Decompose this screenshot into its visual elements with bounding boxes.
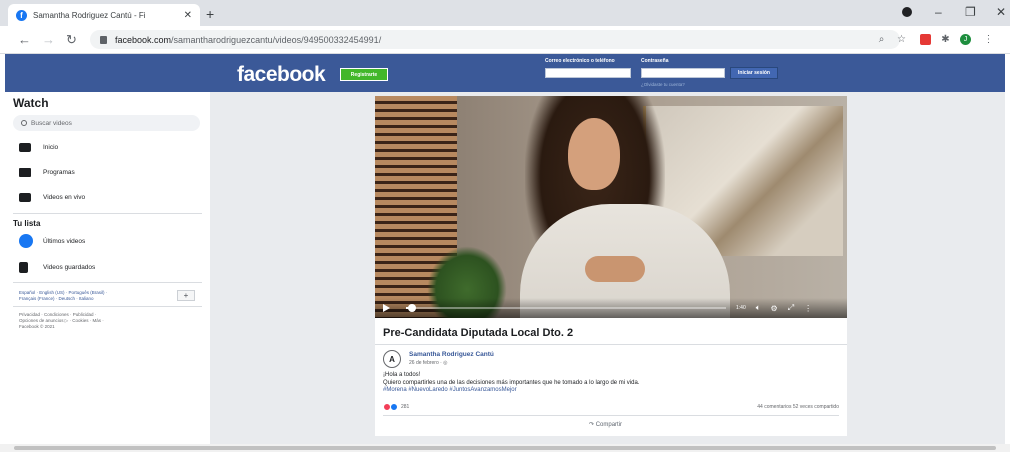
search-placeholder: Buscar videos <box>31 119 72 127</box>
forward-button[interactable]: → <box>42 32 55 47</box>
divider <box>383 415 839 416</box>
browser-tab[interactable]: f Samantha Rodriguez Cantú - Fi ✕ <box>8 4 200 26</box>
puzzle-extensions-icon[interactable]: ✱ <box>940 34 951 45</box>
latest-videos-icon <box>19 234 33 248</box>
main-content: Watch Buscar videos Inicio Programas Vid… <box>5 92 1005 444</box>
sidebar-item-latest-videos[interactable]: Últimos videos <box>19 234 85 248</box>
search-icon <box>21 120 27 126</box>
watch-title: Watch <box>13 96 49 110</box>
divider <box>13 306 202 307</box>
menu-dots-icon[interactable]: ⋮ <box>983 34 994 45</box>
tab-title: Samantha Rodriguez Cantú - Fi <box>33 10 146 20</box>
share-label: Compartir <box>595 422 623 428</box>
reaction-count: 281 <box>401 404 410 410</box>
sidebar-item-label: Videos guardados <box>43 264 96 271</box>
sidebar-item-label: Videos en vivo <box>43 194 86 201</box>
more-options-icon[interactable]: ⋮ <box>804 304 812 313</box>
author-avatar[interactable]: A <box>383 350 401 368</box>
more-languages-button[interactable]: + <box>177 290 195 301</box>
language-links[interactable]: Français (France) · Deutsch · Italiano <box>19 296 94 302</box>
volume-icon[interactable]: 🔈︎ <box>756 303 761 313</box>
url-path: /samantharodriguezcantu/videos/949500332… <box>171 34 382 45</box>
zoom-icon[interactable]: ⌕ <box>876 34 887 45</box>
back-button[interactable]: ← <box>18 32 31 47</box>
person-hands <box>585 256 645 282</box>
live-video-icon <box>19 193 31 202</box>
fullscreen-icon[interactable]: ⤢ <box>788 303 794 313</box>
email-field[interactable] <box>545 68 631 78</box>
hashtags[interactable]: #Morena #NuevoLaredo #JuntosAvanzamosMej… <box>383 387 639 395</box>
post-line: ¡Hola a todos! <box>383 372 421 378</box>
sidebar-item-live[interactable]: Videos en vivo <box>19 193 85 202</box>
minimize-button[interactable]: – <box>935 5 942 19</box>
divider <box>13 213 202 214</box>
video-home-icon <box>19 143 31 152</box>
register-button[interactable]: Registrarte <box>340 68 388 81</box>
person-face <box>568 118 620 190</box>
facebook-header: facebook Registrarte Correo electrónico … <box>5 54 1005 92</box>
profile-avatar-icon[interactable]: J <box>960 34 971 45</box>
settings-gear-icon[interactable]: ⚙ <box>771 304 778 313</box>
browser-tab-bar: f Samantha Rodriguez Cantú - Fi ✕ + – ❐ … <box>0 0 1010 26</box>
video-post-card: Pre-Candidata Diputada Local Dto. 2 A Sa… <box>375 318 847 436</box>
progress-knob[interactable] <box>408 304 417 312</box>
close-window-button[interactable]: ✕ <box>996 5 1006 19</box>
sidebar-item-saved-videos[interactable]: Videos guardados <box>19 262 95 273</box>
sidebar-item-inicio[interactable]: Inicio <box>19 143 58 152</box>
url-text: facebook.com/samantharodriguezcantu/vide… <box>115 35 381 45</box>
divider <box>13 282 202 283</box>
maximize-button[interactable]: ❐ <box>965 5 976 19</box>
your-list-title: Tu lista <box>13 219 41 228</box>
post-title: Pre-Candidata Diputada Local Dto. 2 <box>383 327 574 339</box>
url-host: facebook.com <box>115 34 172 45</box>
lock-icon <box>100 35 107 44</box>
post-body: ¡Hola a todos! Quiero compartirles una d… <box>383 372 639 395</box>
facebook-favicon-icon: f <box>16 9 27 21</box>
like-reaction-icon <box>390 403 398 411</box>
search-videos-input[interactable]: Buscar videos <box>13 115 200 131</box>
password-label: Contraseña <box>641 58 669 64</box>
sidebar-item-label: Últimos videos <box>43 237 86 245</box>
post-date[interactable]: 26 de febrero · ◎ <box>409 360 448 366</box>
reactions[interactable]: 281 <box>383 403 409 411</box>
facebook-logo[interactable]: facebook <box>237 63 326 87</box>
play-icon[interactable] <box>383 304 390 312</box>
profile-dot-icon[interactable] <box>902 7 912 17</box>
watch-sidebar: Watch Buscar videos Inicio Programas Vid… <box>5 92 210 444</box>
sidebar-item-label: Inicio <box>43 144 59 151</box>
author-name-link[interactable]: Samantha Rodriguez Cantú <box>409 351 494 358</box>
sidebar-item-programas[interactable]: Programas <box>19 168 75 177</box>
video-controls: 1:40 🔈︎ ⚙ ⤢ ⋮ <box>375 298 847 318</box>
password-field[interactable] <box>641 68 725 78</box>
share-button[interactable]: ↷ Compartir <box>589 421 622 428</box>
new-tab-button[interactable]: + <box>206 6 214 22</box>
video-progress-bar[interactable] <box>406 304 726 312</box>
video-player[interactable]: 1:40 🔈︎ ⚙ ⤢ ⋮ <box>375 96 847 318</box>
email-label: Correo electrónico o teléfono <box>545 58 615 64</box>
bookmark-star-icon[interactable]: ☆ <box>896 34 907 45</box>
forgot-account-link[interactable]: ¿Olvidaste tu cuenta? <box>641 82 685 87</box>
copyright: Facebook © 2021 <box>19 324 55 329</box>
login-button[interactable]: Iniciar sesión <box>730 67 778 79</box>
share-icon: ↷ <box>589 422 596 428</box>
post-stats[interactable]: 44 comentarios 52 veces compartido <box>757 404 839 410</box>
divider <box>375 344 847 345</box>
shows-icon <box>19 168 31 177</box>
sidebar-item-label: Programas <box>43 169 75 176</box>
url-field[interactable]: facebook.com/samantharodriguezcantu/vide… <box>90 30 900 49</box>
tab-close-icon[interactable]: ✕ <box>184 10 192 21</box>
scrollbar-thumb[interactable] <box>14 446 996 450</box>
reload-button[interactable]: ↻ <box>66 32 77 48</box>
saved-videos-icon <box>19 262 28 273</box>
extension-icon[interactable] <box>920 34 931 45</box>
post-line: Quiero compartirles una de las decisione… <box>383 379 640 386</box>
address-bar-row: ← → ↻ facebook.com/samantharodriguezcant… <box>0 26 1010 54</box>
video-time: 1:40 <box>736 305 746 311</box>
